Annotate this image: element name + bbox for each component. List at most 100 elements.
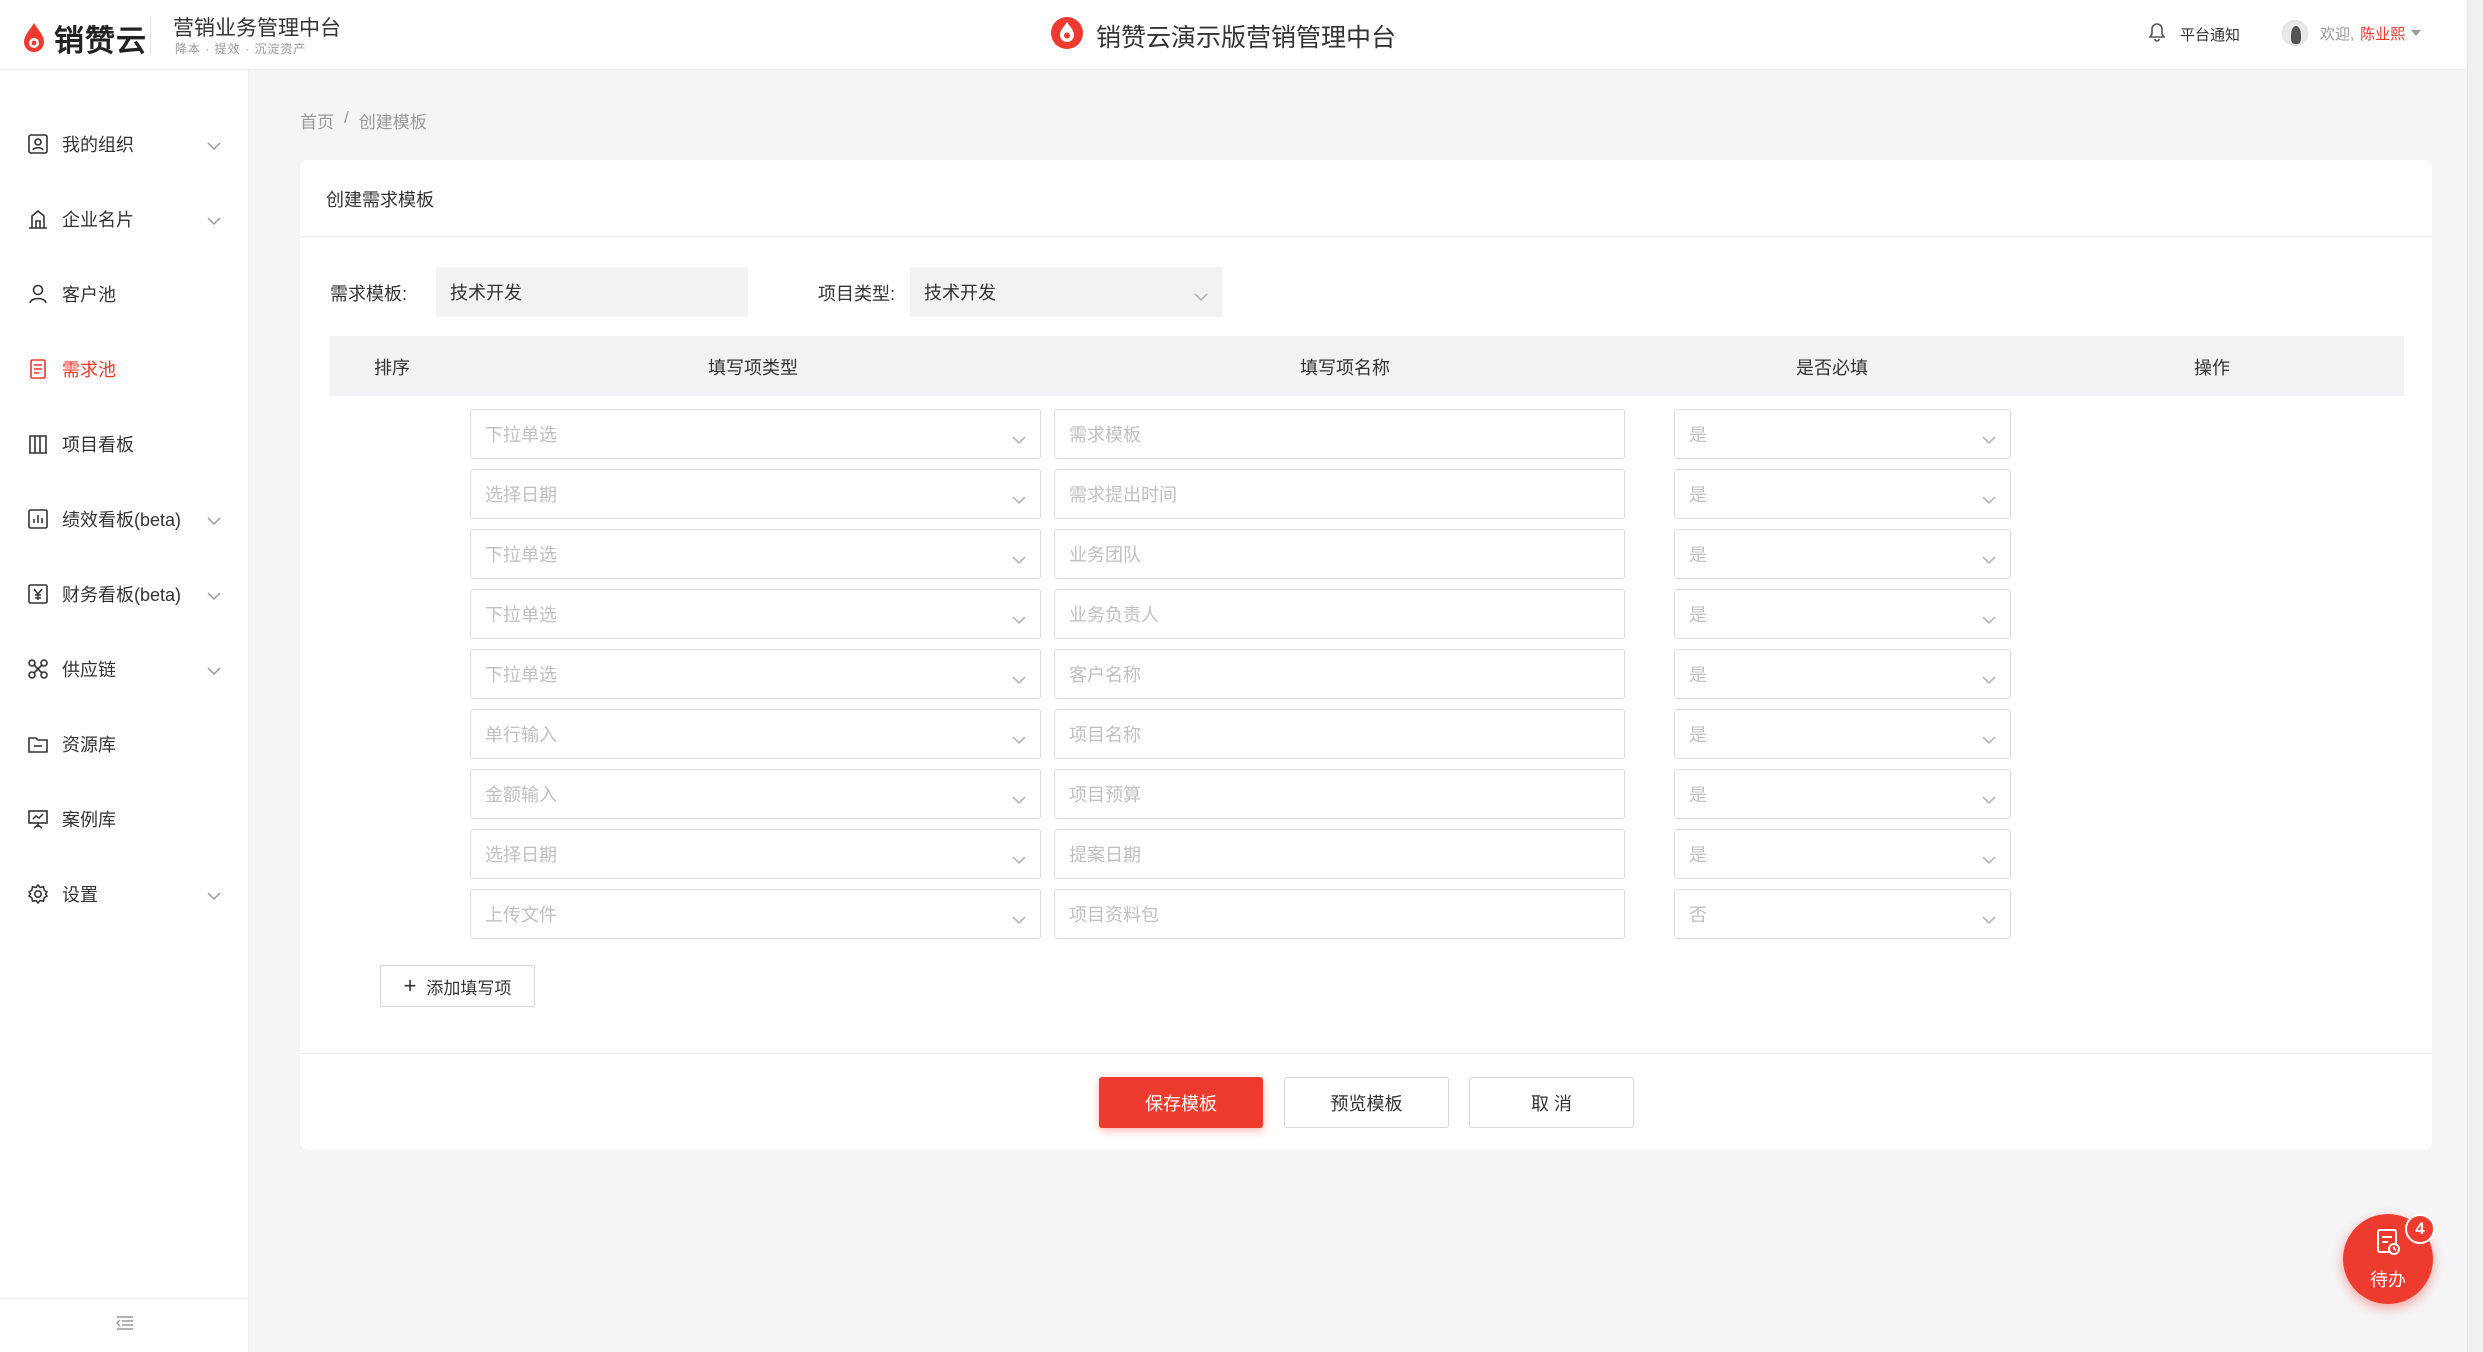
- sidebar-item-case-library[interactable]: 案例库: [0, 789, 249, 849]
- project-type-select[interactable]: 技术开发: [910, 267, 1222, 317]
- sidebar-item-label: 我的组织: [62, 135, 134, 155]
- field-type-select[interactable]: 下拉单选: [470, 409, 1041, 459]
- divider: [300, 1053, 2432, 1054]
- collapse-sidebar-button[interactable]: [0, 1298, 249, 1352]
- field-name-input[interactable]: 客户名称: [1054, 649, 1625, 699]
- yen-icon: [26, 582, 50, 606]
- template-name-input[interactable]: 技术开发: [436, 267, 748, 317]
- center-logo-icon: [1050, 16, 1084, 55]
- board-icon: [26, 432, 50, 456]
- chevron-down-icon: [1012, 729, 1026, 750]
- field-type-select[interactable]: 单行输入: [470, 709, 1041, 759]
- sidebar-item-resource-library[interactable]: 资源库: [0, 714, 249, 774]
- field-name-input[interactable]: 需求提出时间: [1054, 469, 1625, 519]
- field-name-input[interactable]: 提案日期: [1054, 829, 1625, 879]
- notice-label: 平台通知: [2180, 26, 2241, 44]
- chevron-down-icon: [1012, 909, 1026, 930]
- field-type-select[interactable]: 下拉单选: [470, 649, 1041, 699]
- sidebar-item-label: 客户池: [62, 285, 116, 305]
- chevron-down-icon: [1982, 909, 1996, 930]
- required-select[interactable]: 是: [1674, 769, 2011, 819]
- field-type-select[interactable]: 选择日期: [470, 829, 1041, 879]
- field-name-input[interactable]: 业务团队: [1054, 529, 1625, 579]
- todo-label: 待办: [2370, 1269, 2406, 1290]
- collapse-menu-icon: [115, 1316, 134, 1335]
- brand-logo[interactable]: 销赞云: [20, 16, 147, 60]
- preview-template-button[interactable]: 预览模板: [1284, 1077, 1449, 1128]
- platform-notice[interactable]: 平台通知: [2148, 22, 2240, 46]
- field-type-value: 下拉单选: [485, 665, 557, 685]
- network-icon: [26, 657, 50, 681]
- field-name-input[interactable]: 需求模板: [1054, 409, 1625, 459]
- org-icon: [26, 132, 50, 156]
- required-select[interactable]: 是: [1674, 829, 2011, 879]
- user-menu[interactable]: 欢迎, 陈业熙: [2282, 20, 2422, 46]
- header-field-name: 填写项名称: [1300, 358, 1390, 378]
- save-template-button[interactable]: 保存模板: [1099, 1077, 1263, 1128]
- sidebar-item-my-org[interactable]: 我的组织: [0, 114, 249, 174]
- required-value: 是: [1689, 725, 1707, 745]
- bell-icon: [2148, 22, 2166, 46]
- sidebar-item-label: 需求池: [62, 360, 116, 380]
- field-type-select[interactable]: 上传文件: [470, 889, 1041, 939]
- sidebar-item-supply-chain[interactable]: 供应链: [0, 639, 249, 699]
- sidebar-item-project-board[interactable]: 项目看板: [0, 414, 249, 474]
- required-select[interactable]: 是: [1674, 529, 2011, 579]
- page-scrollbar[interactable]: [2467, 0, 2483, 1352]
- sidebar-item-demand-pool[interactable]: 需求池: [0, 339, 249, 399]
- logo-drop-icon: [20, 20, 48, 56]
- chevron-down-icon: [1982, 789, 1996, 810]
- required-select[interactable]: 是: [1674, 649, 2011, 699]
- field-name-input[interactable]: 项目预算: [1054, 769, 1625, 819]
- field-name-input[interactable]: 项目名称: [1054, 709, 1625, 759]
- add-field-button[interactable]: + 添加填写项: [380, 965, 535, 1007]
- header-sort: 排序: [374, 358, 410, 378]
- field-name-input[interactable]: 业务负责人: [1054, 589, 1625, 639]
- field-name-input[interactable]: 项目资料包: [1054, 889, 1625, 939]
- required-select[interactable]: 是: [1674, 589, 2011, 639]
- field-type-select[interactable]: 金额输入: [470, 769, 1041, 819]
- user-name: 陈业熙: [2360, 25, 2406, 43]
- required-select[interactable]: 是: [1674, 409, 2011, 459]
- cancel-button[interactable]: 取 消: [1469, 1077, 1634, 1128]
- breadcrumb-home[interactable]: 首页: [300, 108, 334, 133]
- sidebar-item-finance-board[interactable]: 财务看板(beta): [0, 564, 249, 624]
- sidebar-item-label: 设置: [62, 885, 98, 905]
- caret-down-icon: [2411, 30, 2422, 36]
- header-divider: [150, 16, 151, 54]
- field-type-select[interactable]: 选择日期: [470, 469, 1041, 519]
- breadcrumb-current: 创建模板: [358, 113, 427, 132]
- sidebar-item-company-card[interactable]: 企业名片: [0, 189, 249, 249]
- plus-icon: +: [403, 973, 417, 998]
- header-required: 是否必填: [1796, 358, 1868, 378]
- chevron-down-icon: [1012, 669, 1026, 690]
- required-select[interactable]: 否: [1674, 889, 2011, 939]
- required-value: 是: [1689, 785, 1707, 805]
- chevron-down-icon: [207, 513, 221, 531]
- field-type-value: 选择日期: [485, 845, 557, 865]
- chevron-down-icon: [1982, 729, 1996, 750]
- required-select[interactable]: 是: [1674, 709, 2011, 759]
- required-value: 是: [1689, 545, 1707, 565]
- sidebar-item-label: 案例库: [62, 810, 116, 830]
- sidebar-item-settings[interactable]: 设置: [0, 864, 249, 924]
- add-field-label: 添加填写项: [426, 978, 512, 998]
- sidebar-item-performance-board[interactable]: 绩效看板(beta): [0, 489, 249, 549]
- center-title: 销赞云演示版营销管理中台: [1050, 16, 1396, 55]
- sidebar-item-label: 项目看板: [62, 435, 134, 455]
- todo-float-button[interactable]: 待办 4: [2343, 1214, 2435, 1304]
- field-type-select[interactable]: 下拉单选: [470, 529, 1041, 579]
- sidebar-item-label: 资源库: [62, 735, 116, 755]
- chevron-down-icon: [1982, 669, 1996, 690]
- field-type-select[interactable]: 下拉单选: [470, 589, 1041, 639]
- chevron-down-icon: [207, 138, 221, 156]
- chevron-down-icon: [207, 663, 221, 681]
- field-type-value: 下拉单选: [485, 425, 557, 445]
- required-value: 是: [1689, 485, 1707, 505]
- todo-icon: [2373, 1227, 2403, 1262]
- field-type-value: 下拉单选: [485, 545, 557, 565]
- breadcrumb: 首页 / 创建模板: [300, 108, 427, 133]
- presentation-icon: [26, 807, 50, 831]
- required-select[interactable]: 是: [1674, 469, 2011, 519]
- sidebar-item-customer-pool[interactable]: 客户池: [0, 264, 249, 324]
